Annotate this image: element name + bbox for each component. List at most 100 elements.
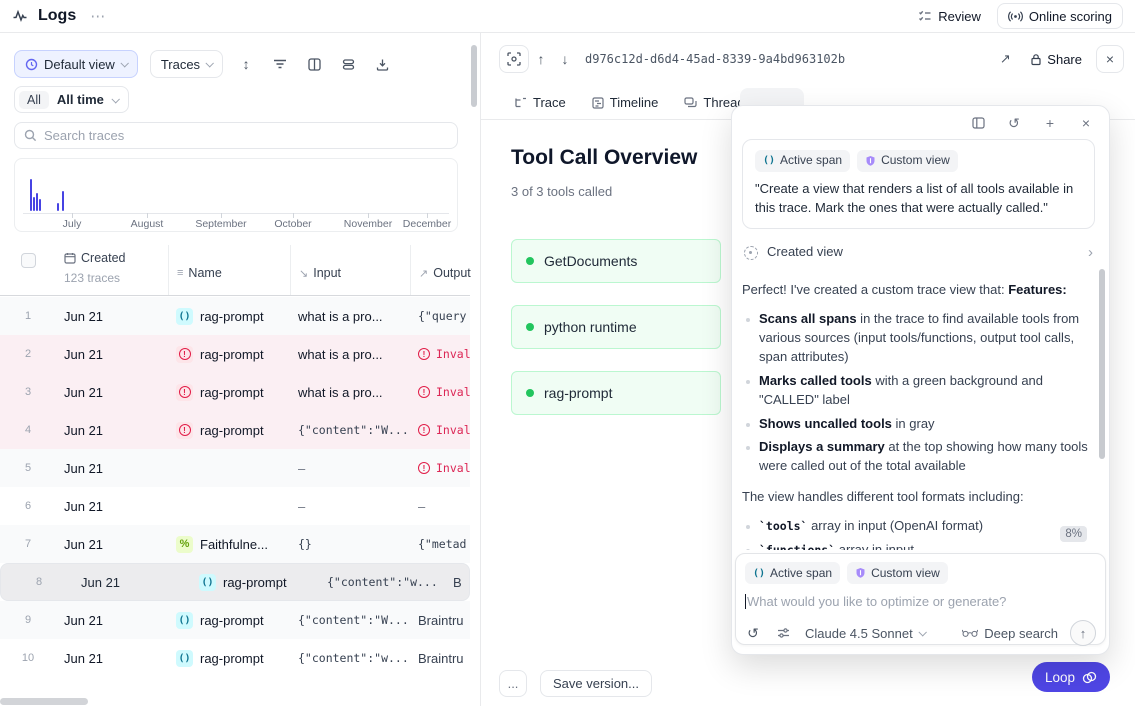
more-actions-button[interactable]: ... — [499, 670, 527, 697]
list-item: Displays a summary at the top showing ho… — [746, 438, 1095, 476]
histogram-month-label: July — [63, 218, 82, 230]
more-menu-icon[interactable]: ⋯ — [86, 7, 110, 25]
default-view-selector[interactable]: Default view — [14, 50, 138, 78]
histogram-axis — [23, 213, 449, 214]
columns-layout-icon[interactable] — [303, 53, 325, 75]
close-trace-icon[interactable]: × — [1096, 45, 1124, 73]
custom-view-chip[interactable]: Custom view — [857, 150, 958, 172]
trace-id: d976c12d-d6d4-45ad-8339-9a4bd963102b — [585, 52, 845, 66]
review-button[interactable]: Review — [918, 9, 981, 24]
composer-history-icon[interactable]: ↺ — [745, 622, 761, 644]
tab-trace[interactable]: Trace — [514, 95, 566, 110]
table-row[interactable]: 5 Jun 21 – !Inval — [0, 449, 470, 487]
traces-type-selector[interactable]: Traces — [150, 50, 223, 78]
focus-scan-icon[interactable] — [499, 45, 529, 73]
view-clock-icon — [25, 58, 38, 71]
table-row[interactable]: 4 Jun 21 !rag-prompt {"content":"W... !I… — [0, 411, 470, 449]
loop-button[interactable]: Loop — [1032, 662, 1110, 692]
send-button[interactable]: ↑ — [1070, 620, 1096, 646]
filter-icon[interactable] — [269, 53, 291, 75]
error-icon: ! — [418, 424, 430, 436]
column-created[interactable]: Created 123 traces — [56, 245, 168, 295]
save-version-button[interactable]: Save version... — [540, 670, 652, 697]
tool-card[interactable]: python runtime — [511, 305, 721, 349]
error-icon: ! — [176, 346, 193, 363]
chevron-down-icon — [206, 59, 214, 67]
shield-icon — [865, 155, 876, 167]
view-title: Tool Call Overview — [511, 146, 697, 170]
table-row[interactable]: 9 Jun 21 ()rag-prompt {"content":"W... B… — [0, 601, 470, 639]
select-all-checkbox[interactable] — [21, 253, 36, 268]
code-span-icon: () — [753, 568, 765, 579]
shield-icon — [855, 567, 866, 579]
bullet-icon — [746, 446, 750, 450]
table-row-selected[interactable]: 8 Jun 21 ()rag-prompt {"content":"w... B… — [0, 563, 470, 601]
close-assistant-icon[interactable]: × — [1077, 114, 1095, 132]
time-range-selector[interactable]: All All time — [14, 86, 129, 113]
called-dot-icon — [526, 389, 534, 397]
histogram-month-label: December — [403, 218, 451, 230]
vertical-scrollbar[interactable] — [471, 45, 477, 107]
created-view-row[interactable]: Created view › — [744, 242, 1093, 264]
user-message-card: () Active span Custom view "Create a vie… — [742, 139, 1095, 229]
table-row[interactable]: 6 Jun 21 – – — [0, 487, 470, 525]
table-row[interactable]: 2 Jun 21 !rag-prompt what is a pro... !I… — [0, 335, 470, 373]
active-span-chip[interactable]: () Active span — [745, 562, 840, 584]
composer-settings-icon[interactable] — [775, 622, 791, 644]
bullet-icon — [746, 423, 750, 427]
column-input[interactable]: ↘ Input — [290, 245, 410, 295]
code-span-icon: () — [176, 650, 193, 667]
open-external-icon[interactable]: ↗ — [994, 48, 1016, 70]
pulse-icon — [12, 8, 28, 24]
topbar: Logs ⋯ Review Online scoring — [0, 0, 1135, 33]
tool-card[interactable]: rag-prompt — [511, 371, 721, 415]
model-selector[interactable]: Claude 4.5 Sonnet — [805, 626, 925, 641]
sort-rows-icon[interactable]: ↕ — [235, 53, 257, 75]
text-cursor — [745, 594, 746, 609]
features-list: Scans all spans in the trace to find ava… — [746, 310, 1095, 476]
assistant-scrollbar[interactable] — [1099, 269, 1105, 459]
tab-timeline[interactable]: Timeline — [592, 95, 659, 110]
list-item: `tools` array in input (OpenAI format) — [746, 517, 1095, 536]
custom-view-chip[interactable]: Custom view — [847, 562, 948, 584]
new-chat-icon[interactable]: + — [1041, 114, 1059, 132]
table-row[interactable]: 3 Jun 21 !rag-prompt what is a pro... !I… — [0, 373, 470, 411]
context-usage-badge: 8% — [1060, 526, 1087, 542]
history-icon[interactable]: ↺ — [1005, 114, 1023, 132]
search-input[interactable] — [44, 128, 448, 143]
column-name[interactable]: ≡ Name — [168, 245, 290, 295]
code-span-icon: () — [763, 154, 775, 169]
download-icon[interactable] — [371, 53, 393, 75]
table-row[interactable]: 1 Jun 21 ()rag-prompt what is a pro... {… — [0, 297, 470, 335]
glasses-icon — [962, 628, 978, 638]
search-box[interactable] — [14, 122, 458, 149]
row-density-icon[interactable] — [337, 53, 359, 75]
composer[interactable]: () Active span Custom view ↺ — [735, 553, 1106, 645]
horizontal-scrollbar[interactable] — [0, 698, 88, 705]
deep-search-button[interactable]: Deep search — [962, 626, 1058, 641]
table-row[interactable]: 7 Jun 21 %Faithfulne... {} {"metad — [0, 525, 470, 563]
loop-circles-icon — [1082, 671, 1097, 684]
histogram-month-label: October — [274, 218, 311, 230]
sidebar-toggle-icon[interactable] — [969, 114, 987, 132]
composer-input[interactable] — [747, 594, 1096, 609]
tree-icon — [514, 97, 527, 109]
broadcast-icon — [1008, 10, 1023, 23]
column-output[interactable]: ↗ Output — [410, 245, 479, 295]
online-scoring-button[interactable]: Online scoring — [997, 3, 1123, 29]
chat-icon — [684, 97, 697, 109]
list-item: Scans all spans in the trace to find ava… — [746, 310, 1095, 367]
tool-card[interactable]: GetDocuments — [511, 239, 721, 283]
table-header: Created 123 traces ≡ Name ↘ Input ↗ Outp… — [0, 245, 470, 296]
trace-table: 1 Jun 21 ()rag-prompt what is a pro... {… — [0, 297, 470, 677]
error-icon: ! — [418, 348, 430, 360]
table-row[interactable]: 10 Jun 21 ()rag-prompt {"content":"w... … — [0, 639, 470, 677]
formats-intro: The view handles different tool formats … — [742, 488, 1095, 507]
checklist-icon — [918, 9, 932, 23]
active-span-chip[interactable]: () Active span — [755, 150, 850, 172]
lock-icon — [1030, 53, 1042, 66]
prev-trace-icon[interactable]: ↑ — [529, 51, 553, 67]
share-button[interactable]: Share — [1030, 52, 1082, 67]
next-trace-icon[interactable]: ↓ — [553, 51, 577, 67]
traces-histogram[interactable]: JulyAugustSeptemberOctoberNovemberDecemb… — [14, 158, 458, 232]
